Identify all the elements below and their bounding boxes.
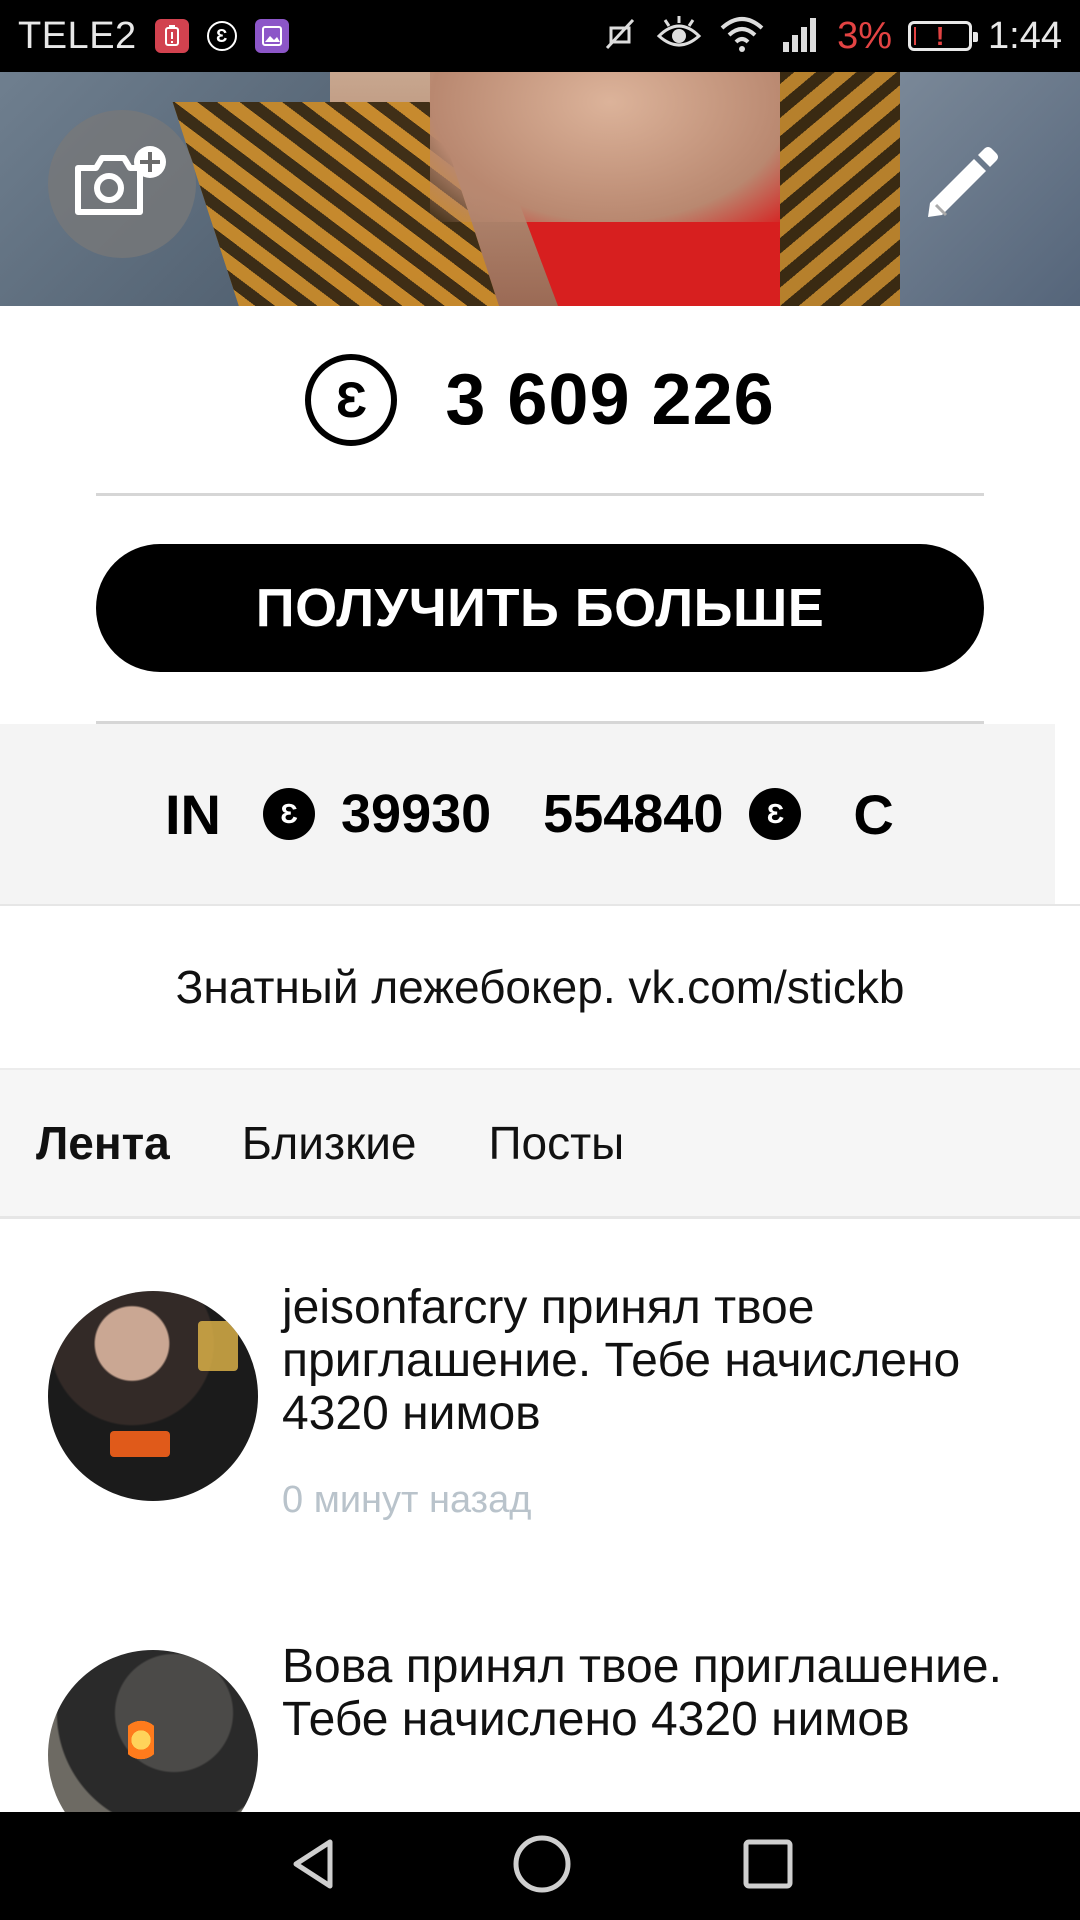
divider [96,493,984,496]
battery-percent: 3% [837,14,893,57]
add-photo-button[interactable] [48,110,196,258]
avatar-photo-detail [110,1431,170,1457]
stats-out-value: 554840 [543,784,724,844]
tab-feed[interactable]: Лента [36,1116,170,1170]
nim-coin-icon: Ɛ [263,788,315,840]
feed-item-text: jeisonfarcry принял твое приглашение. Те… [282,1281,961,1440]
carrier-name: TELE2 [18,14,137,57]
pencil-icon [922,143,1002,228]
battery-alert-icon [154,19,189,53]
profile-status: Знатный лежебокер. vk.com/stickb [175,961,905,1013]
gallery-icon [254,19,289,53]
nim-coin-icon: Ɛ [206,21,237,51]
home-icon[interactable] [512,1834,572,1899]
stats-in-label: IN [165,782,221,846]
signal-icon [781,14,821,59]
navigation-bar [0,1812,1080,1920]
status-left: TELE2 Ɛ [18,0,289,72]
tab-bar: Лента Близкие Посты [0,1070,1080,1216]
stats-ticker-track: IN Ɛ 39930 554840 Ɛ C [165,724,950,904]
balance-value: 3 609 226 [445,360,775,440]
eye-icon [655,14,703,59]
get-more-button[interactable]: ПОЛУЧИТЬ БОЛЬШЕ [96,544,984,672]
edit-profile-button[interactable] [912,135,1012,235]
clock: 1:44 [988,14,1062,57]
tab-posts[interactable]: Посты [488,1116,624,1170]
status-bar: TELE2 Ɛ 3% ! 1:44 [0,0,1080,72]
battery-icon: ! [908,20,979,51]
avatar-photo-detail [128,1720,154,1760]
avatar[interactable] [48,1291,258,1501]
stats-next-label: C [853,782,894,846]
avatar-photo-detail [198,1321,238,1371]
battery-warning-mark: ! [935,20,945,51]
nim-coin-icon: Ɛ [749,788,802,840]
avatar[interactable] [48,1650,258,1812]
feed-item-text: Вова принял твое приглашение. Тебе начис… [282,1640,1002,1746]
camera-plus-icon [72,142,172,227]
wifi-icon [719,14,765,59]
list-item[interactable]: Вова принял твое приглашение. Тебе начис… [0,1580,1080,1812]
status-right: 3% ! 1:44 [599,0,1062,72]
balance-row: Ɛ 3 609 226 [0,306,1080,494]
cover-photo-neck [430,72,790,222]
feed-item-time: 0 минут назад [282,1479,532,1521]
back-icon[interactable] [286,1836,342,1897]
cover-photo-plaid-right [780,72,920,306]
stats-ticker[interactable]: IN Ɛ 39930 554840 Ɛ C [0,724,1055,904]
list-item[interactable]: jeisonfarcry принял твое приглашение. Те… [0,1219,1080,1559]
tab-close-friends[interactable]: Близкие [242,1116,417,1170]
battery-level-fill [914,27,917,45]
mute-icon [599,14,639,59]
stats-in-value: 39930 [341,784,492,844]
nim-coin-icon: Ɛ [305,354,398,446]
recents-icon[interactable] [742,1838,794,1895]
